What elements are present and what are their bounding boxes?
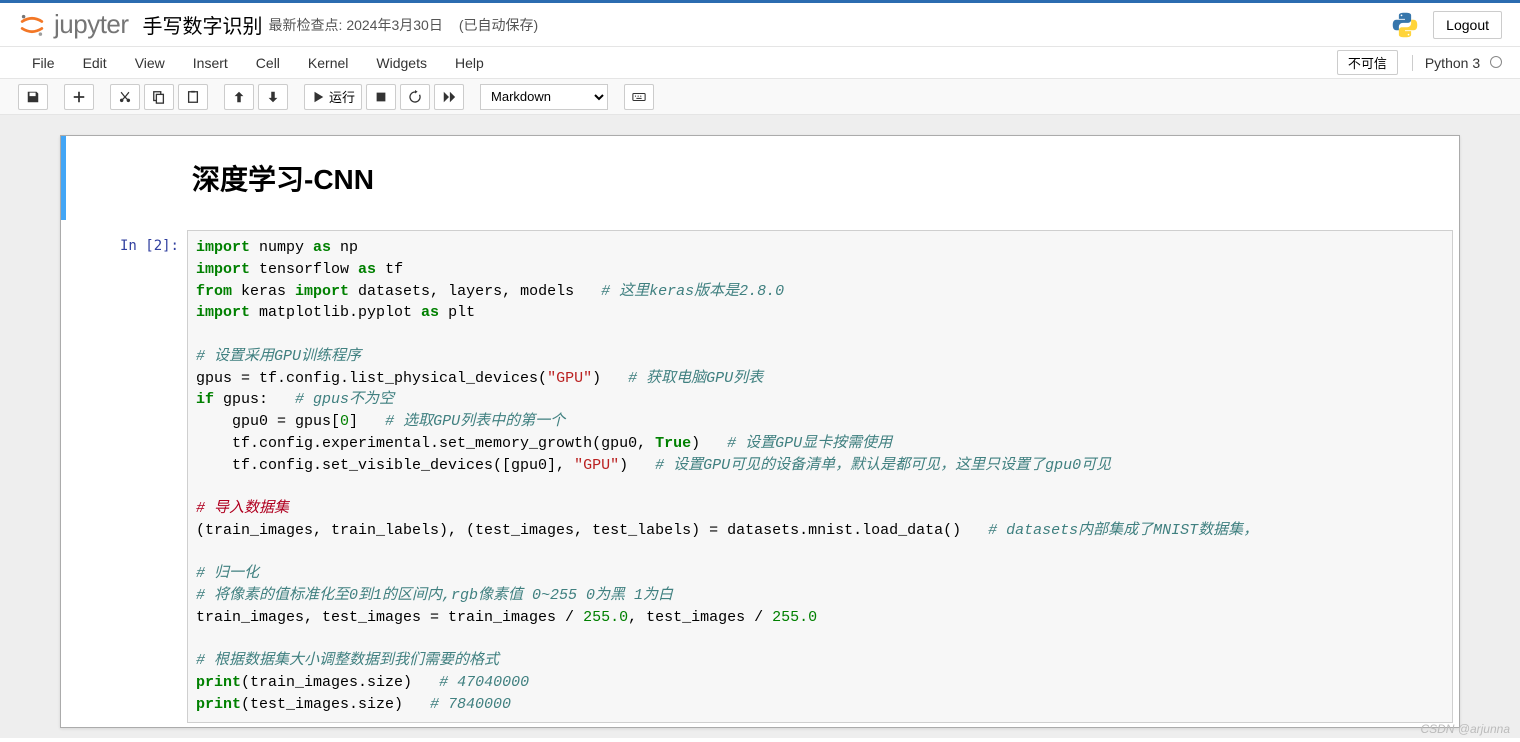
kernel-name[interactable]: Python 3 bbox=[1412, 55, 1502, 71]
menu-edit[interactable]: Edit bbox=[69, 49, 121, 77]
menu-insert[interactable]: Insert bbox=[179, 49, 242, 77]
command-palette-button[interactable] bbox=[624, 84, 654, 110]
keyboard-icon bbox=[632, 90, 646, 104]
fast-forward-icon bbox=[442, 90, 456, 104]
notebook: 深度学习-CNN In [2]: import numpy as np impo… bbox=[60, 135, 1460, 728]
notebook-area[interactable]: 深度学习-CNN In [2]: import numpy as np impo… bbox=[0, 115, 1520, 738]
menu-widgets[interactable]: Widgets bbox=[362, 49, 441, 77]
markdown-heading: 深度学习-CNN bbox=[192, 158, 374, 198]
python-icon bbox=[1391, 11, 1419, 39]
paste-button[interactable] bbox=[178, 84, 208, 110]
cut-button[interactable] bbox=[110, 84, 140, 110]
notebook-title[interactable]: 手写数字识别 bbox=[143, 10, 263, 39]
logo[interactable]: jupyter bbox=[18, 9, 129, 40]
arrow-up-icon bbox=[232, 90, 246, 104]
copy-button[interactable] bbox=[144, 84, 174, 110]
stop-icon bbox=[374, 90, 388, 104]
scissors-icon bbox=[118, 90, 132, 104]
plus-icon bbox=[72, 90, 86, 104]
logo-text: jupyter bbox=[54, 9, 129, 40]
paste-icon bbox=[186, 90, 200, 104]
code-cell[interactable]: In [2]: import numpy as np import tensor… bbox=[61, 226, 1459, 727]
markdown-cell[interactable]: 深度学习-CNN bbox=[61, 136, 1459, 220]
logout-button[interactable]: Logout bbox=[1433, 11, 1502, 39]
code-prompt: In [2]: bbox=[67, 230, 187, 723]
toolbar: 运行 Markdown Code Raw NBConvert Heading bbox=[0, 79, 1520, 115]
watermark: CSDN @arjunna bbox=[1420, 722, 1510, 736]
kernel-status-icon bbox=[1490, 56, 1502, 68]
move-down-button[interactable] bbox=[258, 84, 288, 110]
checkpoint-text: 最新检查点: 2024年3月30日 bbox=[269, 15, 443, 35]
arrow-down-icon bbox=[266, 90, 280, 104]
run-button[interactable]: 运行 bbox=[304, 84, 362, 110]
restart-icon bbox=[408, 90, 422, 104]
save-button[interactable] bbox=[18, 84, 48, 110]
menu-help[interactable]: Help bbox=[441, 49, 498, 77]
code-body[interactable]: import numpy as np import tensorflow as … bbox=[187, 230, 1453, 723]
menu-cell[interactable]: Cell bbox=[242, 49, 294, 77]
menubar: File Edit View Insert Cell Kernel Widget… bbox=[0, 47, 1520, 79]
play-icon bbox=[311, 90, 325, 104]
cell-type-select[interactable]: Markdown Code Raw NBConvert Heading bbox=[480, 84, 608, 110]
menu-kernel[interactable]: Kernel bbox=[294, 49, 362, 77]
restart-button[interactable] bbox=[400, 84, 430, 110]
jupyter-icon bbox=[18, 11, 46, 39]
autosave-text: (已自动保存) bbox=[459, 15, 538, 35]
header: jupyter 手写数字识别 最新检查点: 2024年3月30日 (已自动保存)… bbox=[0, 3, 1520, 47]
save-icon bbox=[26, 90, 40, 104]
trust-indicator[interactable]: 不可信 bbox=[1337, 50, 1398, 75]
move-up-button[interactable] bbox=[224, 84, 254, 110]
interrupt-button[interactable] bbox=[366, 84, 396, 110]
menu-file[interactable]: File bbox=[18, 49, 69, 77]
restart-run-all-button[interactable] bbox=[434, 84, 464, 110]
menu-view[interactable]: View bbox=[121, 49, 179, 77]
add-cell-button[interactable] bbox=[64, 84, 94, 110]
copy-icon bbox=[152, 90, 166, 104]
